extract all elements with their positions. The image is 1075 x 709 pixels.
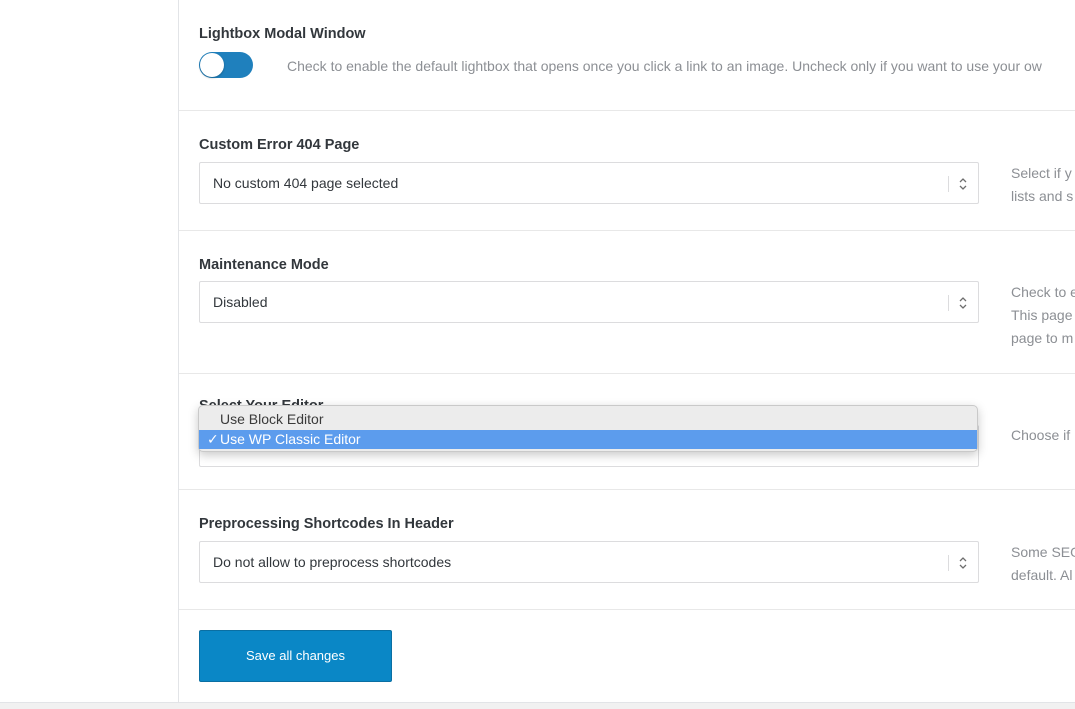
- editor-dropdown-menu: Use Block Editor ✓ Use WP Classic Editor: [198, 405, 978, 452]
- checkmark-icon: ✓: [207, 431, 219, 447]
- shortcodes-description-line: default. Al: [1011, 567, 1073, 583]
- lightbox-toggle[interactable]: [199, 52, 253, 78]
- lightbox-title: Lightbox Modal Window: [199, 26, 366, 42]
- shortcodes-title: Preprocessing Shortcodes In Header: [199, 516, 454, 532]
- editor-option-block[interactable]: Use Block Editor: [199, 410, 977, 429]
- maintenance-description-line: page to m: [1011, 330, 1074, 346]
- maintenance-title: Maintenance Mode: [199, 257, 329, 273]
- error404-select-value: No custom 404 page selected: [213, 175, 399, 191]
- maintenance-description: Check to e This page page to m: [1011, 281, 1075, 350]
- select-divider: [948, 176, 949, 192]
- error404-description: Select if y lists and s: [1011, 162, 1073, 208]
- error404-description-line: lists and s: [1011, 188, 1074, 204]
- select-arrows-icon: [959, 557, 967, 569]
- toggle-knob: [200, 53, 224, 77]
- select-arrows-icon: [959, 178, 967, 190]
- maintenance-select-value: Disabled: [213, 294, 268, 310]
- lightbox-section: Lightbox Modal Window Check to enable th…: [179, 0, 1075, 111]
- error404-title: Custom Error 404 Page: [199, 137, 360, 153]
- shortcodes-select[interactable]: Do not allow to preprocess shortcodes: [199, 541, 979, 583]
- editor-option-label: Use Block Editor: [220, 411, 324, 427]
- maintenance-description-line: Check to e: [1011, 284, 1075, 300]
- maintenance-select[interactable]: Disabled: [199, 281, 979, 323]
- editor-description: Choose if: [1011, 427, 1071, 443]
- lightbox-description: Check to enable the default lightbox tha…: [287, 58, 1042, 74]
- shortcodes-description: Some SEO default. Al: [1011, 541, 1075, 587]
- settings-page: Lightbox Modal Window Check to enable th…: [0, 0, 1075, 709]
- editor-option-classic[interactable]: ✓ Use WP Classic Editor: [199, 430, 977, 449]
- left-gutter: [0, 0, 178, 702]
- error404-section: Custom Error 404 Page No custom 404 page…: [179, 110, 1075, 231]
- error404-select[interactable]: No custom 404 page selected: [199, 162, 979, 204]
- select-divider: [948, 555, 949, 571]
- shortcodes-section: Preprocessing Shortcodes In Header Do no…: [179, 489, 1075, 610]
- error404-description-line: Select if y: [1011, 165, 1072, 181]
- maintenance-description-line: This page: [1011, 307, 1073, 323]
- settings-panel: Lightbox Modal Window Check to enable th…: [178, 0, 1075, 702]
- bottom-bar: [0, 702, 1075, 709]
- shortcodes-description-line: Some SEO: [1011, 544, 1075, 560]
- editor-option-label: Use WP Classic Editor: [220, 431, 361, 447]
- save-all-changes-button[interactable]: Save all changes: [199, 630, 392, 682]
- select-arrows-icon: [959, 297, 967, 309]
- shortcodes-select-value: Do not allow to preprocess shortcodes: [213, 554, 452, 570]
- maintenance-section: Maintenance Mode Disabled Check to e Thi…: [179, 230, 1075, 374]
- select-divider: [948, 295, 949, 311]
